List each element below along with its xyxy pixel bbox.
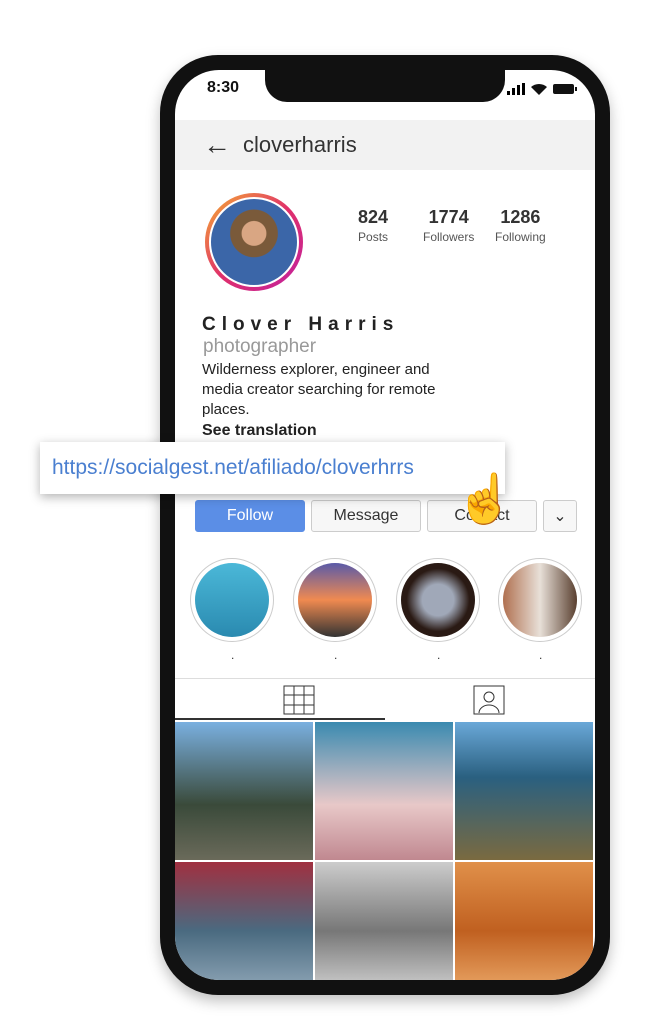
stat-followers[interactable]: 1774 Followers [423,207,474,246]
message-button[interactable]: Message [311,500,421,532]
stat-value: 824 [358,207,389,227]
phone-screen: 8:30 ← cloverharris 824 Posts 1774 Followe… [175,70,595,980]
highlight-1[interactable] [190,558,274,642]
header: ← cloverharris [175,120,595,170]
profile-tabs [175,678,595,721]
photo-thumbnail[interactable] [315,722,453,860]
photo-thumbnail[interactable] [455,722,593,860]
stat-value: 1774 [428,207,469,227]
photo-thumbnail[interactable] [175,722,313,860]
highlight-label: . [437,648,441,662]
affiliate-link[interactable]: https://socialgest.net/afiliado/cloverhr… [52,456,414,480]
notch [265,70,505,102]
chevron-down-icon[interactable]: ⌄ [543,500,577,532]
profile-role: photographer [203,336,317,357]
highlight-4[interactable] [498,558,582,642]
highlight-3[interactable] [396,558,480,642]
highlight-2[interactable] [293,558,377,642]
stat-label: Followers [423,230,475,244]
hand-pointer-icon: ☝ [455,473,515,526]
profile-name: Clover Harris [202,314,400,335]
status-time: 8:30 [207,79,240,96]
highlight-label: . [539,648,543,662]
signal-icon [507,83,525,95]
link-popup[interactable]: https://socialgest.net/afiliado/cloverhr… [40,442,505,494]
stat-label: Posts [358,230,389,244]
highlight-label: . [231,648,235,662]
stat-label: Following [495,230,546,244]
profile-bio: Wilderness explorer, engineer and media … [202,361,436,418]
photo-grid [175,722,595,980]
active-tab-indicator [175,718,385,720]
stat-posts[interactable]: 824 Posts [358,207,388,246]
battery-icon [553,84,577,94]
arrow-left-icon[interactable]: ← [203,129,231,161]
photo-thumbnail[interactable] [455,862,593,980]
status-icons [507,82,577,95]
header-username: cloverharris [243,132,357,157]
stat-following[interactable]: 1286 Following [495,207,546,246]
wifi-icon [531,83,547,95]
tagged-user-icon[interactable] [473,685,505,715]
stat-value: 1286 [500,207,541,227]
photo-thumbnail[interactable] [175,862,313,980]
photo-thumbnail[interactable] [315,862,453,980]
grid-icon[interactable] [283,685,315,715]
follow-button[interactable]: Follow [195,500,305,532]
avatar[interactable] [205,193,303,291]
see-translation-link[interactable]: See translation [202,422,317,440]
highlight-label: . [334,648,338,662]
